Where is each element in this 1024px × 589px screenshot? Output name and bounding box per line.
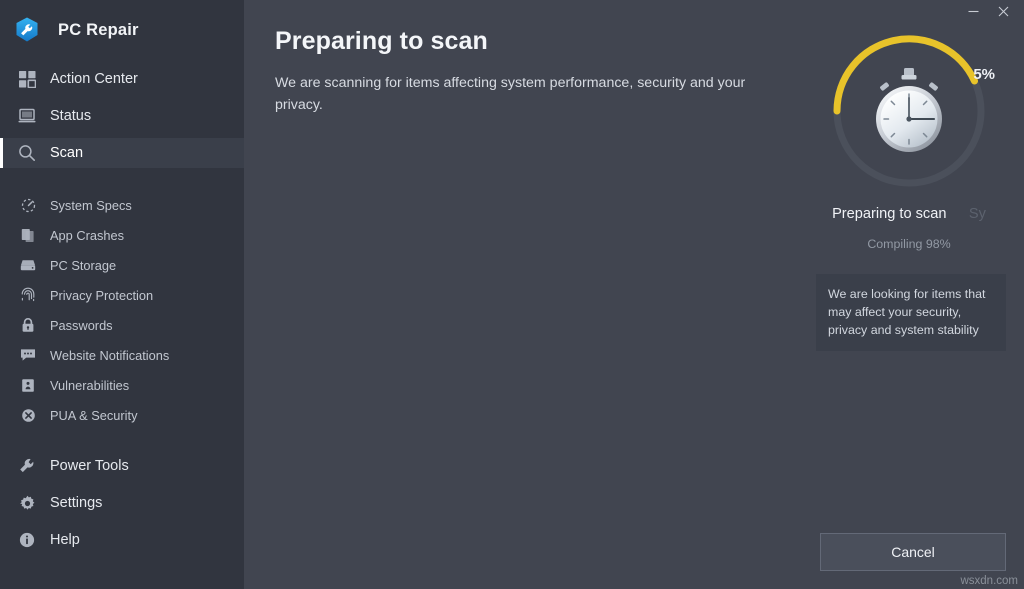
minimize-button[interactable]	[958, 0, 988, 22]
sidebar-item-label: Help	[50, 532, 80, 548]
sidebar-item-pc-storage[interactable]: PC Storage	[0, 250, 244, 280]
sidebar-item-label: Action Center	[50, 71, 138, 87]
scan-status-row: Preparing to scan Sy	[812, 205, 1006, 227]
sidebar-item-privacy-protection[interactable]: Privacy Protection	[0, 280, 244, 310]
sidebar-item-label: Vulnerabilities	[50, 377, 130, 393]
sidebar-scan-subnav: System Specs App Crashes PC Storage Priv…	[0, 186, 244, 430]
main-content: Preparing to scan We are scanning for it…	[244, 0, 1024, 589]
lock-icon	[18, 313, 38, 337]
sidebar-tools-nav: Power Tools Settings Help	[0, 447, 244, 555]
sidebar-item-vulnerabilities[interactable]: Vulnerabilities	[0, 370, 244, 400]
scan-progress-panel: 5% Preparing to scan Sy Compiling 98%	[812, 26, 1006, 251]
sidebar-item-pua-security[interactable]: PUA & Security	[0, 400, 244, 430]
scan-info-tooltip: We are looking for items that may affect…	[816, 274, 1006, 351]
sidebar-item-label: PC Storage	[50, 257, 117, 273]
window-titlebar	[0, 0, 1024, 28]
sidebar-item-label: App Crashes	[50, 227, 124, 243]
gauge-icon	[18, 193, 38, 217]
progress-ring: 5%	[822, 26, 996, 196]
sidebar-item-passwords[interactable]: Passwords	[0, 310, 244, 340]
stopwatch-icon	[867, 65, 951, 157]
page-subtitle: We are scanning for items affecting syst…	[275, 75, 746, 113]
sidebar-item-label: Power Tools	[50, 458, 129, 474]
sidebar-item-label: System Specs	[50, 197, 132, 213]
sidebar-item-scan[interactable]: Scan	[0, 138, 244, 168]
sidebar-item-label: Status	[50, 108, 92, 124]
scan-status-next: Sy	[968, 206, 986, 222]
sidebar-item-label: Passwords	[50, 317, 113, 333]
sidebar-item-help[interactable]: Help	[0, 525, 244, 555]
sidebar-item-label: Scan	[50, 145, 84, 161]
sidebar-item-label: Settings	[50, 495, 103, 511]
monitor-icon	[15, 104, 39, 128]
scan-status-current: Preparing to scan	[832, 206, 947, 222]
fingerprint-icon	[18, 283, 38, 307]
close-button[interactable]	[988, 0, 1018, 22]
sidebar-item-status[interactable]: Status	[0, 101, 244, 131]
sidebar-item-app-crashes[interactable]: App Crashes	[0, 220, 244, 250]
sidebar-item-label: PUA & Security	[50, 407, 138, 423]
grid-icon	[15, 67, 39, 91]
sidebar-item-settings[interactable]: Settings	[0, 488, 244, 518]
pc-repair-window: PC Repair Action Center Status Scan Syst…	[0, 0, 1024, 589]
shield-alert-icon	[18, 373, 38, 397]
sidebar-item-action-center[interactable]: Action Center	[0, 64, 244, 94]
gear-icon	[15, 491, 39, 515]
watermark: wsxdn.com	[960, 575, 1018, 587]
sidebar-item-power-tools[interactable]: Power Tools	[0, 451, 244, 481]
sidebar-item-label: Website Notifications	[50, 347, 170, 363]
info-icon	[15, 528, 39, 552]
sidebar-item-system-specs[interactable]: System Specs	[0, 190, 244, 220]
sidebar: PC Repair Action Center Status Scan Syst…	[0, 0, 244, 589]
drive-icon	[18, 253, 38, 277]
wrench-icon	[15, 454, 39, 478]
sidebar-item-website-notifications[interactable]: Website Notifications	[0, 340, 244, 370]
sidebar-item-label: Privacy Protection	[50, 287, 154, 303]
chat-bubble-icon	[18, 343, 38, 367]
search-icon	[15, 141, 39, 165]
progress-percent-label: 5%	[973, 66, 995, 83]
documents-icon	[18, 223, 38, 247]
blocked-icon	[18, 403, 38, 427]
cancel-button[interactable]: Cancel	[820, 533, 1006, 571]
scan-status-sub: Compiling 98%	[867, 237, 951, 251]
page-title: Preparing to scan	[275, 27, 488, 55]
sidebar-primary-nav: Action Center Status Scan	[0, 60, 244, 168]
